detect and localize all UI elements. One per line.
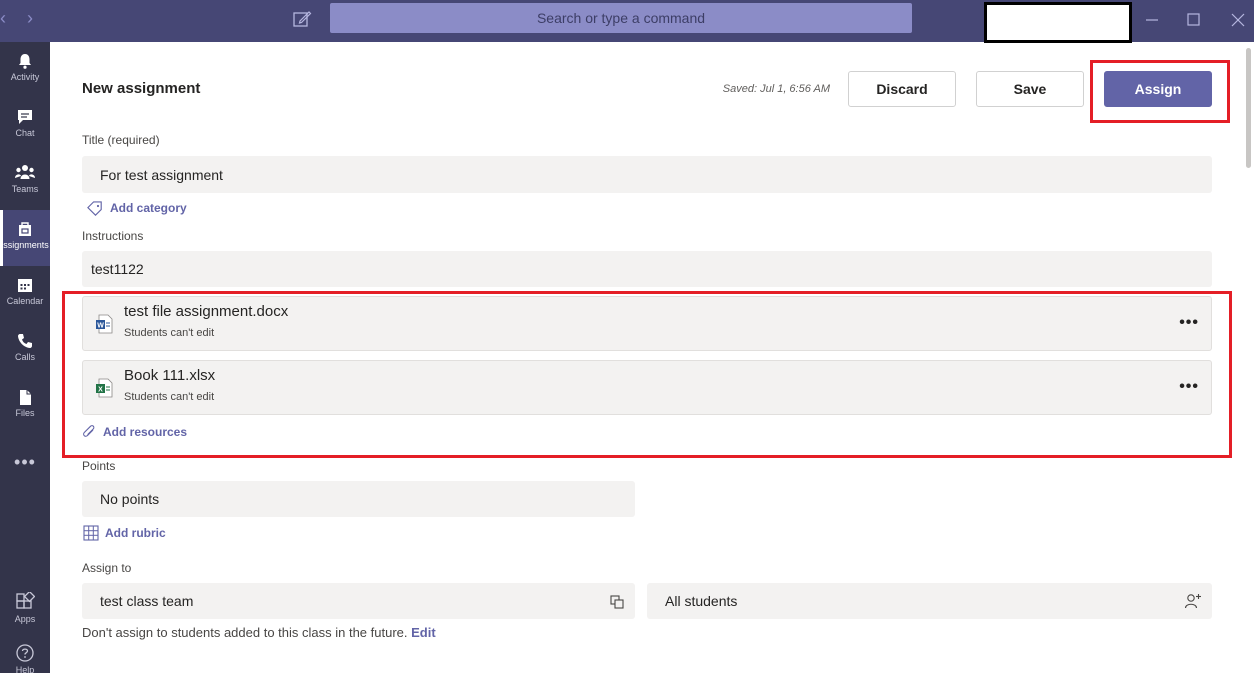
edit-link[interactable]: Edit — [411, 625, 436, 640]
rail-label: Files — [15, 408, 35, 418]
rail-label: Assignments — [0, 240, 49, 250]
class-selector-value: test class team — [100, 593, 194, 609]
attachment-permission: Students can't edit — [124, 391, 215, 403]
scrollbar[interactable] — [1246, 48, 1251, 168]
more-options-icon[interactable]: ••• — [1179, 378, 1199, 396]
minimize-icon[interactable] — [1142, 10, 1162, 30]
title-label: Title (required) — [82, 133, 160, 147]
points-label: Points — [82, 459, 116, 473]
title-input-value: For test assignment — [100, 166, 223, 183]
attachment-name[interactable]: Book 111.xlsx — [124, 367, 215, 384]
rail-item-activity[interactable]: Activity — [0, 42, 50, 98]
rail-label: Activity — [10, 72, 40, 82]
discard-button[interactable]: Discard — [848, 71, 956, 107]
apps-icon — [16, 592, 35, 609]
file-icon — [20, 390, 31, 405]
class-selector[interactable]: test class team — [82, 583, 635, 619]
more-options-icon[interactable]: ••• — [1179, 314, 1199, 332]
rail-item-calls[interactable]: Calls — [0, 322, 50, 378]
svg-text:W: W — [97, 323, 104, 330]
rail-label: Calls — [14, 352, 35, 362]
saved-status: Saved: Jul 1, 6:56 AM — [722, 83, 830, 95]
students-selector-value: All students — [665, 593, 738, 609]
rail-item-assignments[interactable]: Assignments — [0, 210, 50, 266]
back-arrow-icon[interactable]: ‹ — [0, 9, 6, 27]
word-file-icon: W — [96, 314, 113, 334]
rail-item-calendar[interactable]: Calendar — [0, 266, 50, 322]
points-value: No points — [100, 491, 160, 507]
add-resources-link[interactable]: Add resources — [82, 424, 187, 440]
add-person-icon[interactable] — [1184, 592, 1202, 610]
app-rail: Activity Chat Teams Assignments Calendar… — [0, 42, 50, 673]
class-picker-icon[interactable] — [609, 594, 625, 610]
redacted-account-area — [984, 2, 1132, 43]
points-dropdown[interactable]: No points — [82, 481, 635, 517]
tag-icon — [87, 201, 102, 216]
rail-label: Apps — [14, 614, 36, 624]
add-resources-label: Add resources — [103, 425, 188, 439]
assignments-icon — [19, 222, 31, 236]
rail-label: Chat — [15, 128, 35, 138]
bell-icon — [19, 54, 31, 69]
teams-icon — [15, 165, 35, 179]
rail-item-apps[interactable]: Apps — [0, 582, 50, 638]
more-apps-icon[interactable]: ••• — [0, 452, 50, 473]
instructions-label: Instructions — [82, 229, 144, 243]
add-category-link[interactable]: Add category — [86, 200, 187, 216]
attachment-item[interactable]: X Book 111.xlsx Students can't edit ••• — [82, 360, 1212, 415]
attachment-permission: Students can't edit — [124, 327, 215, 339]
search-input[interactable]: Search or type a command — [330, 3, 912, 33]
rail-label: Help — [15, 665, 35, 673]
add-rubric-link[interactable]: Add rubric — [83, 525, 166, 541]
compose-icon[interactable] — [292, 9, 312, 29]
excel-file-icon: X — [96, 378, 113, 398]
students-selector[interactable]: All students — [647, 583, 1212, 619]
assign-to-label: Assign to — [82, 561, 132, 575]
forward-arrow-icon[interactable]: › — [27, 9, 33, 27]
future-students-note: Don't assign to students added to this c… — [82, 625, 436, 640]
add-rubric-label: Add rubric — [105, 526, 166, 540]
instructions-input-value: test1122 — [91, 261, 144, 277]
calendar-icon — [18, 279, 32, 292]
page-title: New assignment — [82, 80, 201, 97]
assign-button[interactable]: Assign — [1104, 71, 1212, 107]
maximize-icon[interactable] — [1184, 10, 1204, 30]
future-students-text: Don't assign to students added to this c… — [82, 625, 408, 640]
rail-label: Calendar — [6, 296, 44, 306]
help-icon — [16, 644, 34, 662]
chat-icon — [18, 110, 32, 124]
search-placeholder: Search or type a command — [536, 10, 706, 26]
paperclip-icon — [83, 425, 95, 437]
title-input[interactable]: For test assignment — [82, 156, 1212, 193]
attachment-name[interactable]: test file assignment.docx — [124, 303, 288, 320]
svg-text:X: X — [98, 387, 103, 394]
add-category-label: Add category — [110, 201, 187, 215]
rubric-grid-icon — [83, 525, 99, 541]
rail-item-chat[interactable]: Chat — [0, 98, 50, 154]
phone-icon — [18, 334, 32, 348]
rail-item-teams[interactable]: Teams — [0, 154, 50, 210]
rail-label: Teams — [11, 184, 39, 194]
rail-item-files[interactable]: Files — [0, 378, 50, 434]
title-bar: ‹ › Search or type a command — [0, 0, 1254, 43]
attachment-item[interactable]: W test file assignment.docx Students can… — [82, 296, 1212, 351]
instructions-input[interactable]: test1122 — [82, 251, 1212, 287]
save-button[interactable]: Save — [976, 71, 1084, 107]
close-icon[interactable] — [1228, 10, 1248, 30]
rail-item-help[interactable]: Help — [0, 639, 50, 673]
